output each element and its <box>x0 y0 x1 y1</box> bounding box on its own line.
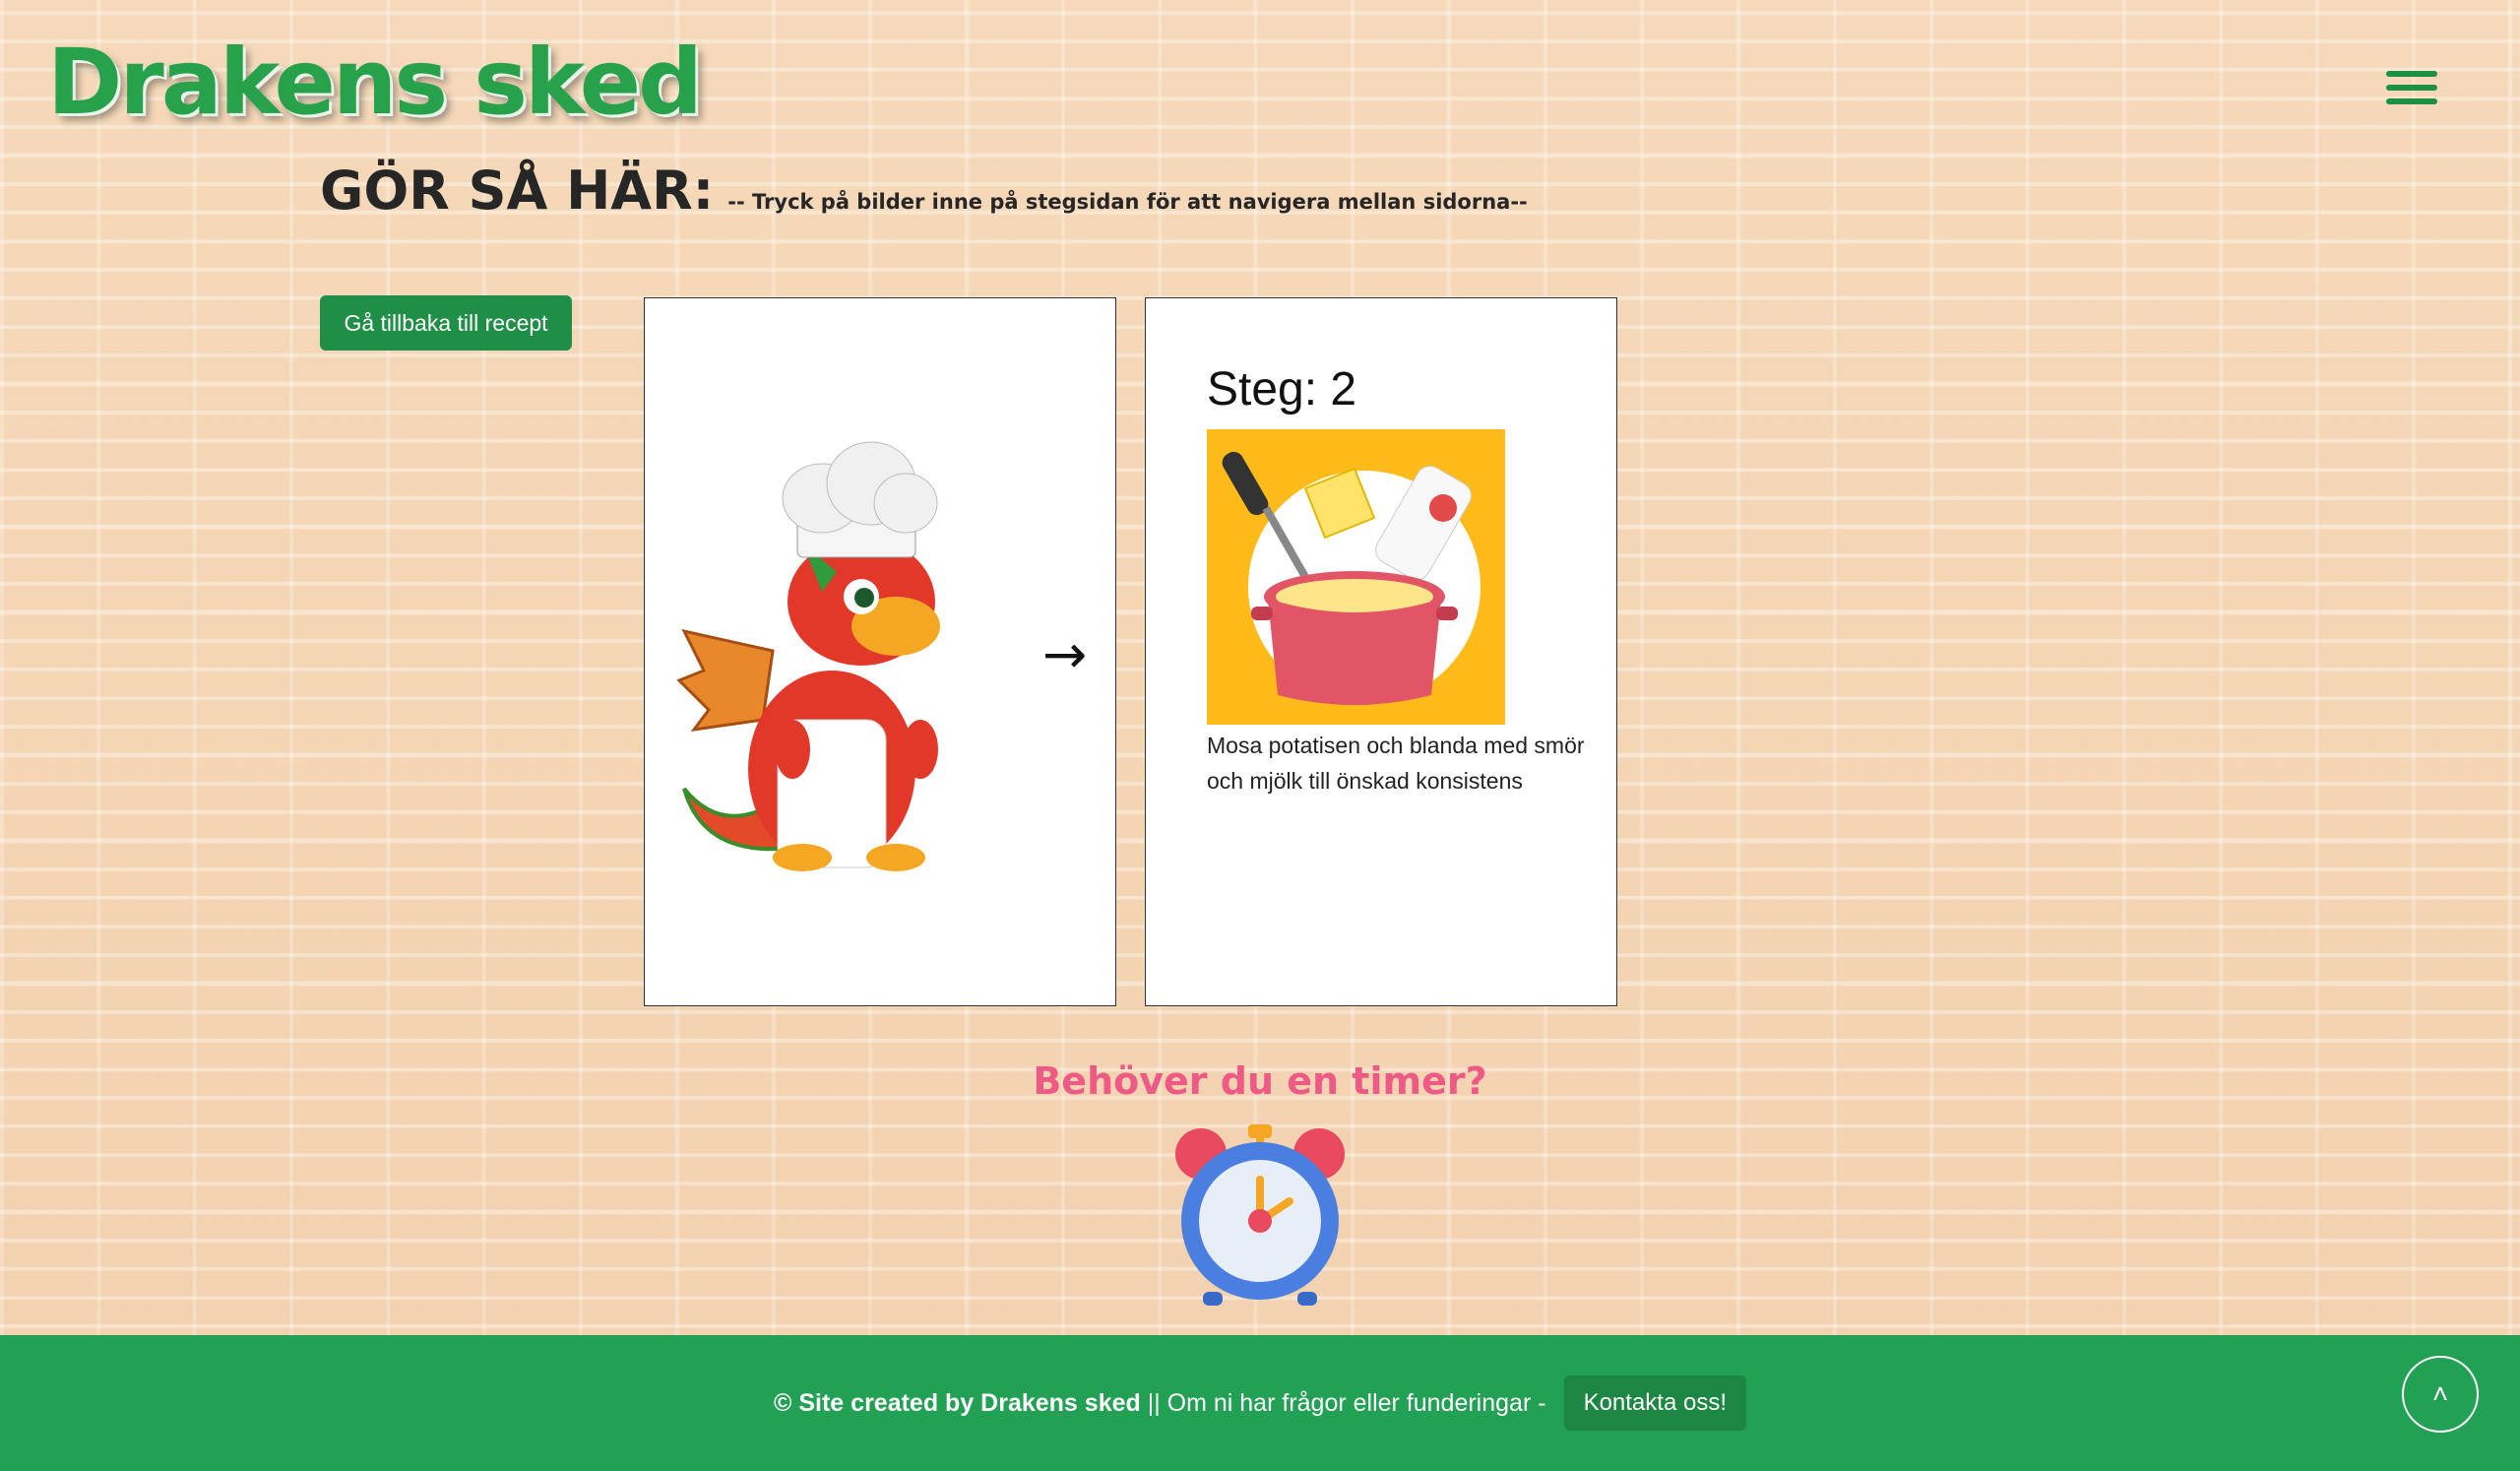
instructions-title: GÖR SÅ HÄR: <box>320 160 715 222</box>
current-step-card[interactable]: Steg: 2 Mosa potatisen och blanda med sm… <box>1145 297 1617 1006</box>
back-to-recipe-button[interactable]: Gå tillbaka till recept <box>320 295 572 351</box>
menu-line <box>2386 85 2437 91</box>
alarm-clock-icon[interactable] <box>1173 1122 1347 1310</box>
pot-mashing-image[interactable] <box>1207 429 1505 725</box>
scroll-to-top-button[interactable]: ˄ <box>2402 1356 2479 1433</box>
step-description: Mosa potatisen och blanda med smör och m… <box>1207 733 1585 794</box>
step-title: Steg: 2 <box>1207 363 1357 416</box>
instructions-header: GÖR SÅ HÄR: -- Tryck på bilder inne på s… <box>320 160 1528 222</box>
previous-step-card[interactable]: → <box>644 297 1116 1006</box>
chef-dragon-image[interactable] <box>664 424 989 877</box>
site-logo[interactable]: Drakens sked <box>47 37 703 128</box>
site-footer: © Site created by Drakens sked || Om ni … <box>0 1335 2520 1471</box>
footer-question: || Om ni har frågor eller funderingar - <box>1140 1388 1546 1417</box>
footer-credit: © Site created by Drakens sked <box>774 1388 1141 1417</box>
timer-heading: Behöver du en timer? <box>1033 1059 1487 1103</box>
hamburger-menu-icon[interactable] <box>2386 71 2437 104</box>
footer-text: © Site created by Drakens sked || Om ni … <box>774 1389 1546 1418</box>
menu-line <box>2386 71 2437 77</box>
next-arrow-icon[interactable]: → <box>1042 623 1087 685</box>
scroll-to-top-wrapper: ˄ <box>2402 1356 2520 1433</box>
contact-us-button[interactable]: Kontakta oss! <box>1563 1375 1746 1431</box>
menu-line <box>2386 98 2437 104</box>
instructions-subtitle: -- Tryck på bilder inne på stegsidan för… <box>727 190 1528 214</box>
